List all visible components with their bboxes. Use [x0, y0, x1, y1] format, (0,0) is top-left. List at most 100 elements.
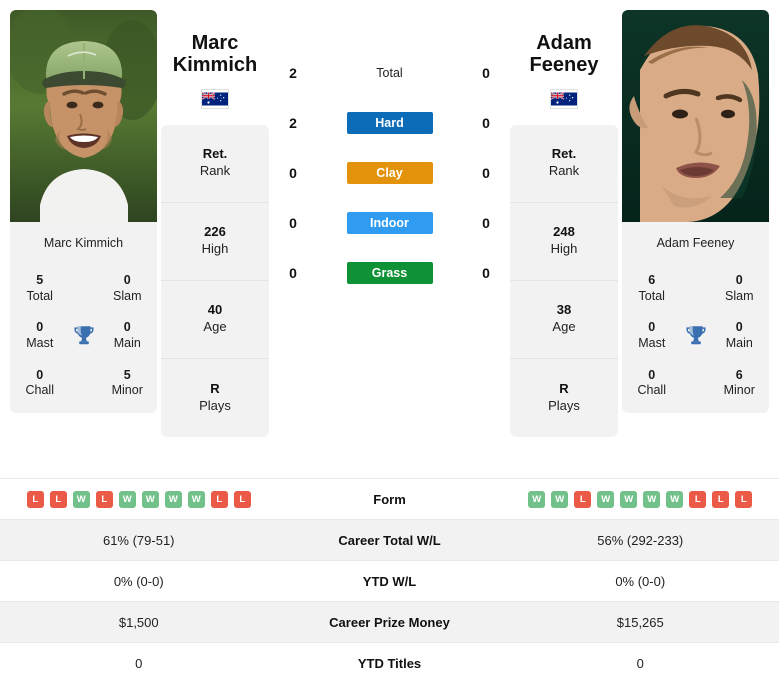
right-stat-value: 0: [636, 655, 644, 671]
left-player-last-name: Kimmich: [172, 54, 258, 77]
surface-badge-clay[interactable]: Clay: [346, 162, 433, 184]
right-stat-value: 0% (0-0): [615, 573, 666, 589]
left-player-photo[interactable]: [10, 10, 157, 222]
right-titles-minor: 6 Minor: [716, 368, 764, 399]
right-trophy-icon: [676, 323, 716, 349]
form-badge-loss[interactable]: L: [574, 490, 592, 508]
h2h-surface-cell: Indoor: [313, 212, 466, 234]
left-titles-slam-label: Slam: [113, 288, 142, 303]
table-row: 0 YTD Titles 0: [0, 642, 779, 683]
left-plays-value: R: [210, 380, 220, 396]
right-player-name[interactable]: Adam Feeney: [510, 10, 618, 77]
surface-badge-hard[interactable]: Hard: [346, 112, 433, 134]
right-high-value: 248: [553, 224, 575, 240]
form-badge-win[interactable]: W: [551, 490, 569, 508]
stat-row-label: Career Prize Money: [329, 614, 450, 630]
left-age-label: Age: [203, 319, 227, 335]
left-trophy-icon: [64, 323, 104, 349]
right-player-photo-card[interactable]: Adam Feeney 6 Total 0 Slam 0 Mast 0 Main…: [622, 10, 769, 413]
h2h-right-score: 0: [482, 115, 490, 131]
left-age-cell: 40 Age: [161, 281, 269, 359]
right-player-flag-wrap: [510, 77, 618, 109]
table-row: L L W L W W W W L L Form W W L W W W W L L L: [0, 478, 779, 519]
surface-badge-indoor[interactable]: Indoor: [346, 212, 433, 234]
right-titles-mast: 0 Mast: [628, 320, 676, 351]
h2h-row-grass: 0 Grass 0: [273, 262, 506, 284]
left-titles-mast-value: 0: [36, 320, 44, 335]
right-titles-total-value: 6: [648, 273, 656, 287]
form-badge-loss[interactable]: L: [735, 490, 753, 508]
form-badge-win[interactable]: W: [643, 490, 661, 508]
form-badge-loss[interactable]: L: [689, 490, 707, 508]
form-badge-loss[interactable]: L: [233, 490, 251, 508]
form-badge-win[interactable]: W: [141, 490, 159, 508]
h2h-surface-cell: Total: [313, 66, 466, 80]
right-titles-total-label: Total: [638, 288, 665, 303]
right-titles-chall-value: 0: [648, 367, 656, 382]
right-age-cell: 38 Age: [510, 281, 618, 359]
left-player-photo-card[interactable]: Marc Kimmich 5 Total 0 Slam 0 Mast 0 Mai…: [10, 10, 157, 413]
left-high-cell: 226 High: [161, 203, 269, 281]
form-badge-win[interactable]: W: [666, 490, 684, 508]
right-titles-chall-label: Chall: [637, 383, 667, 398]
right-player-rank-card: Ret. Rank 248 High 38 Age R Plays: [510, 124, 618, 437]
right-titles-main: 0 Main: [716, 320, 764, 351]
left-titles-mast-label: Mast: [26, 335, 54, 350]
left-player-info-column: Marc Kimmich Ret. Rank 226 High 40 Age R…: [157, 10, 273, 437]
h2h-row-hard: 2 Hard 0: [273, 112, 506, 134]
surface-badge-grass[interactable]: Grass: [346, 262, 433, 284]
right-rank-label: Rank: [548, 163, 580, 179]
h2h-right-score: 0: [482, 65, 490, 81]
australia-flag-icon: [201, 88, 229, 109]
left-titles-main: 0 Main: [104, 320, 152, 351]
h2h-left-score: 0: [289, 165, 297, 181]
right-titles-mast-label: Mast: [638, 335, 666, 350]
h2h-left-score: 0: [289, 265, 297, 281]
head-to-head-column: 2 Total 0 2 Hard 0 0 Clay 0 0 Indoor 0 0 Grass 0: [273, 10, 506, 284]
right-stat-value: $15,265: [616, 614, 664, 630]
right-titles-slam-value: 0: [735, 273, 743, 287]
table-row: 0% (0-0) YTD W/L 0% (0-0): [0, 560, 779, 601]
form-badge-loss[interactable]: L: [26, 490, 44, 508]
left-titles-minor: 5 Minor: [104, 368, 152, 399]
form-badge-loss[interactable]: L: [95, 490, 113, 508]
left-stat-value: 0% (0-0): [113, 573, 164, 589]
left-stat-value: $1,500: [118, 614, 159, 630]
left-plays-label: Plays: [199, 397, 231, 413]
table-row: $1,500 Career Prize Money $15,265: [0, 601, 779, 642]
left-high-label: High: [201, 241, 229, 257]
form-badge-win[interactable]: W: [597, 490, 615, 508]
right-player-titles-card: 6 Total 0 Slam 0 Mast 0 Main 0 Chall 6 M…: [622, 267, 769, 413]
left-player-name[interactable]: Marc Kimmich: [161, 10, 269, 77]
right-player-photo-caption: Adam Feeney: [656, 236, 735, 250]
form-badge-win[interactable]: W: [528, 490, 546, 508]
right-titles-chall: 0 Chall: [628, 368, 676, 399]
form-badge-loss[interactable]: L: [210, 490, 228, 508]
stat-row-label: Form: [373, 491, 406, 507]
h2h-row-indoor: 0 Indoor 0: [273, 212, 506, 234]
right-player-info-column: Adam Feeney Ret. Rank 248 High 38 Age R …: [506, 10, 622, 437]
form-badge-win[interactable]: W: [118, 490, 136, 508]
right-player-photo[interactable]: [622, 10, 769, 222]
right-titles-mast-value: 0: [648, 320, 656, 335]
left-titles-total: 5 Total: [16, 273, 64, 304]
right-titles-minor-value: 6: [735, 367, 743, 382]
form-badge-loss[interactable]: L: [49, 490, 67, 508]
left-high-value: 226: [204, 224, 226, 240]
h2h-surface-cell: Grass: [313, 262, 466, 284]
form-badge-win[interactable]: W: [72, 490, 90, 508]
form-badge-win[interactable]: W: [620, 490, 638, 508]
h2h-right-score: 0: [482, 265, 490, 281]
right-stat-value: 56% (292-233): [597, 532, 684, 548]
left-age-value: 40: [207, 302, 223, 318]
right-high-cell: 248 High: [510, 203, 618, 281]
form-badge-win[interactable]: W: [187, 490, 205, 508]
form-badge-loss[interactable]: L: [712, 490, 730, 508]
left-stat-value: 0: [135, 655, 143, 671]
left-titles-main-label: Main: [113, 335, 141, 350]
left-titles-slam: 0 Slam: [104, 273, 152, 304]
stat-row-label: Career Total W/L: [338, 532, 441, 548]
form-badge-win[interactable]: W: [164, 490, 182, 508]
right-form-cell: WWLWWWWLLL: [502, 490, 779, 508]
right-titles-slam: 0 Slam: [716, 273, 764, 304]
